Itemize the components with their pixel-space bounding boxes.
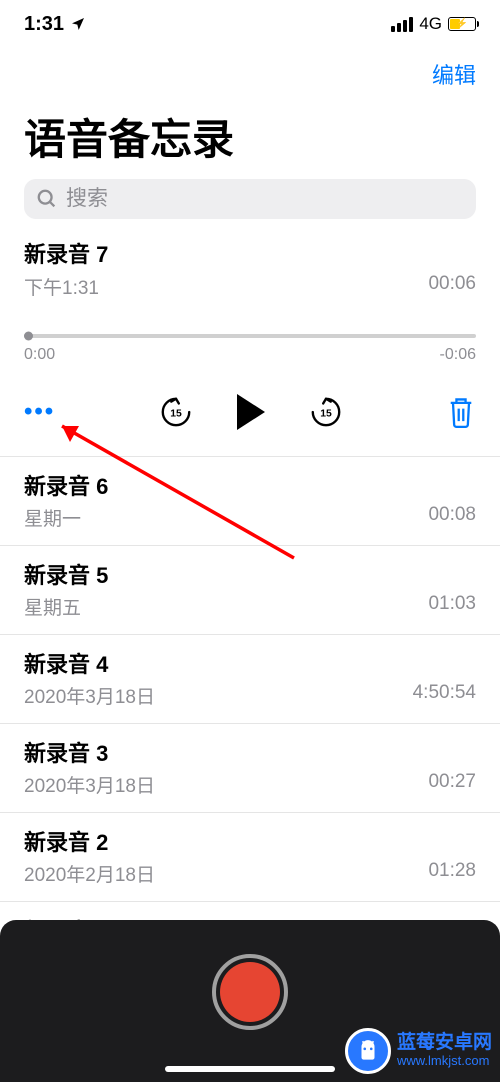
nav-bar: 编辑 xyxy=(0,44,500,98)
item-duration: 01:03 xyxy=(428,593,476,620)
list-item[interactable]: 新录音 3 2020年3月18日 00:27 xyxy=(0,724,500,813)
selected-subtitle: 下午1:31 xyxy=(24,273,99,300)
skip-back-15-icon[interactable]: 15 xyxy=(159,395,193,429)
elapsed-time: 0:00 xyxy=(24,346,55,364)
playback-controls: ••• 15 15 xyxy=(0,364,500,454)
search-field[interactable] xyxy=(24,179,476,219)
list-item[interactable]: 新录音 6 星期一 00:08 xyxy=(0,457,500,546)
edit-button[interactable]: 编辑 xyxy=(432,58,476,90)
item-subtitle: 2020年3月18日 xyxy=(24,682,155,709)
status-time: 1:31 xyxy=(24,13,64,36)
record-button[interactable] xyxy=(212,954,288,1030)
item-duration: 00:27 xyxy=(428,771,476,798)
item-title: 新录音 5 xyxy=(24,558,476,590)
battery-icon: ⚡ xyxy=(448,17,476,31)
item-subtitle: 星期五 xyxy=(24,593,81,620)
network-label: 4G xyxy=(419,14,442,34)
item-subtitle: 2020年2月18日 xyxy=(24,860,155,887)
selected-duration: 00:06 xyxy=(428,273,476,300)
item-title: 新录音 2 xyxy=(24,825,476,857)
location-icon xyxy=(70,16,86,32)
item-title: 新录音 4 xyxy=(24,647,476,679)
scrubber-thumb[interactable] xyxy=(24,332,33,341)
watermark-title: 蓝莓安卓网 xyxy=(397,1033,492,1054)
watermark-url: www.lmkjst.com xyxy=(397,1054,492,1068)
item-title: 新录音 3 xyxy=(24,736,476,768)
item-duration: 00:08 xyxy=(428,504,476,531)
selected-recording[interactable]: 新录音 7 下午1:31 00:06 0:00 -0:06 xyxy=(0,237,500,364)
signal-icon xyxy=(391,17,413,32)
list-item[interactable]: 新录音 2 2020年2月18日 01:28 xyxy=(0,813,500,902)
selected-title: 新录音 7 xyxy=(24,237,476,269)
page-title: 语音备忘录 xyxy=(0,98,500,179)
more-button[interactable]: ••• xyxy=(24,398,55,426)
watermark-logo xyxy=(345,1028,391,1074)
remaining-time: -0:06 xyxy=(440,346,476,364)
scrubber-track[interactable] xyxy=(24,334,476,338)
record-button-inner xyxy=(220,962,280,1022)
watermark: 蓝莓安卓网 www.lmkjst.com xyxy=(345,1028,492,1074)
list-item[interactable]: 新录音 4 2020年3月18日 4:50:54 xyxy=(0,635,500,724)
svg-text:15: 15 xyxy=(170,409,182,420)
item-duration: 01:28 xyxy=(428,860,476,887)
list-item[interactable]: 新录音 5 星期五 01:03 xyxy=(0,546,500,635)
search-icon xyxy=(36,188,58,210)
status-left: 1:31 xyxy=(24,13,86,36)
item-subtitle: 星期一 xyxy=(24,504,81,531)
delete-button[interactable] xyxy=(446,396,476,428)
item-title: 新录音 6 xyxy=(24,469,476,501)
status-right: 4G ⚡ xyxy=(391,14,476,34)
skip-forward-15-icon[interactable]: 15 xyxy=(309,395,343,429)
play-button[interactable] xyxy=(237,394,265,430)
svg-text:15: 15 xyxy=(320,409,332,420)
item-duration: 4:50:54 xyxy=(413,682,476,709)
status-bar: 1:31 4G ⚡ xyxy=(0,0,500,44)
home-indicator[interactable] xyxy=(165,1066,335,1072)
item-subtitle: 2020年3月18日 xyxy=(24,771,155,798)
search-input[interactable] xyxy=(66,187,464,211)
